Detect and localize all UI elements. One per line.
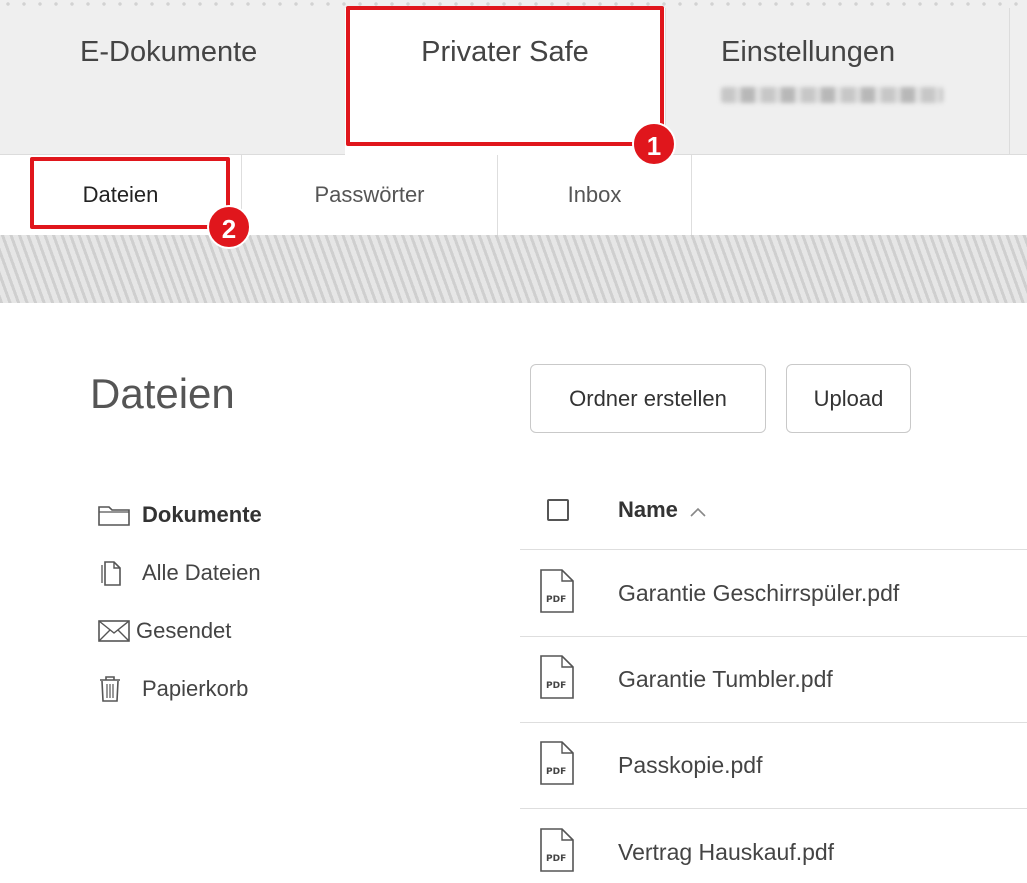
folder-list: Dokumente Alle Dateien Gesendet Papierko… [98,486,262,718]
file-name[interactable]: Passkopie.pdf [618,752,762,779]
table-row[interactable]: PDF Passkopie.pdf [520,723,1027,809]
sort-ascending-icon [690,500,706,522]
file-name[interactable]: Vertrag Hauskauf.pdf [618,839,834,866]
pdf-file-icon: PDF [540,655,576,704]
table-row[interactable]: PDF Garantie Tumbler.pdf [520,637,1027,723]
svg-text:PDF: PDF [546,595,566,605]
highlight-privater-safe [346,6,664,146]
trash-icon [98,675,142,703]
folder-label: Dokumente [142,502,262,527]
subtab-label: Inbox [567,182,622,207]
striped-banner [0,235,1027,303]
create-folder-button[interactable]: Ordner erstellen [530,364,766,433]
folder-item-papierkorb[interactable]: Papierkorb [98,660,262,718]
subtab-passwoerter[interactable]: Passwörter [242,155,498,235]
select-all-checkbox[interactable] [547,498,569,521]
svg-text:PDF: PDF [546,681,566,691]
tab-label: E-Dokumente [80,36,258,68]
file-name[interactable]: Garantie Tumbler.pdf [618,666,833,693]
step-badge-1: 1 [632,122,676,166]
folder-icon [98,504,142,526]
file-list: PDF Garantie Geschirrspüler.pdf PDF Gara… [520,551,1027,883]
pdf-file-icon: PDF [540,569,576,618]
column-header-label: Name [618,496,678,522]
upload-button[interactable]: Upload [786,364,911,433]
file-name[interactable]: Garantie Geschirrspüler.pdf [618,580,899,607]
pdf-file-icon: PDF [540,827,576,877]
table-row[interactable]: PDF Garantie Geschirrspüler.pdf [520,551,1027,637]
file-table-header: Name [520,470,1027,550]
folder-item-dokumente[interactable]: Dokumente [98,486,262,544]
highlight-dateien [30,157,230,229]
folder-item-alle-dateien[interactable]: Alle Dateien [98,544,262,602]
document-copy-icon [98,559,142,587]
page-title: Dateien [90,370,235,417]
table-row[interactable]: PDF Vertrag Hauskauf.pdf [520,809,1027,883]
column-header-name[interactable]: Name [618,497,706,523]
folder-label: Alle Dateien [142,560,261,585]
svg-text:PDF: PDF [546,854,566,864]
tab-e-dokumente[interactable]: E-Dokumente [0,8,345,155]
folder-item-gesendet[interactable]: Gesendet [98,602,262,660]
svg-text:PDF: PDF [546,767,566,777]
tab-einstellungen[interactable]: Einstellungen [665,8,1010,155]
pdf-file-icon: PDF [540,741,576,790]
tab-label: Einstellungen [721,36,896,68]
folder-label: Gesendet [136,618,232,643]
subtab-inbox[interactable]: Inbox [498,155,692,235]
subtab-label: Passwörter [314,182,425,207]
folder-label: Papierkorb [142,676,249,701]
envelope-icon [98,620,136,642]
blurred-account-text [721,87,943,103]
step-badge-2: 2 [207,205,251,249]
